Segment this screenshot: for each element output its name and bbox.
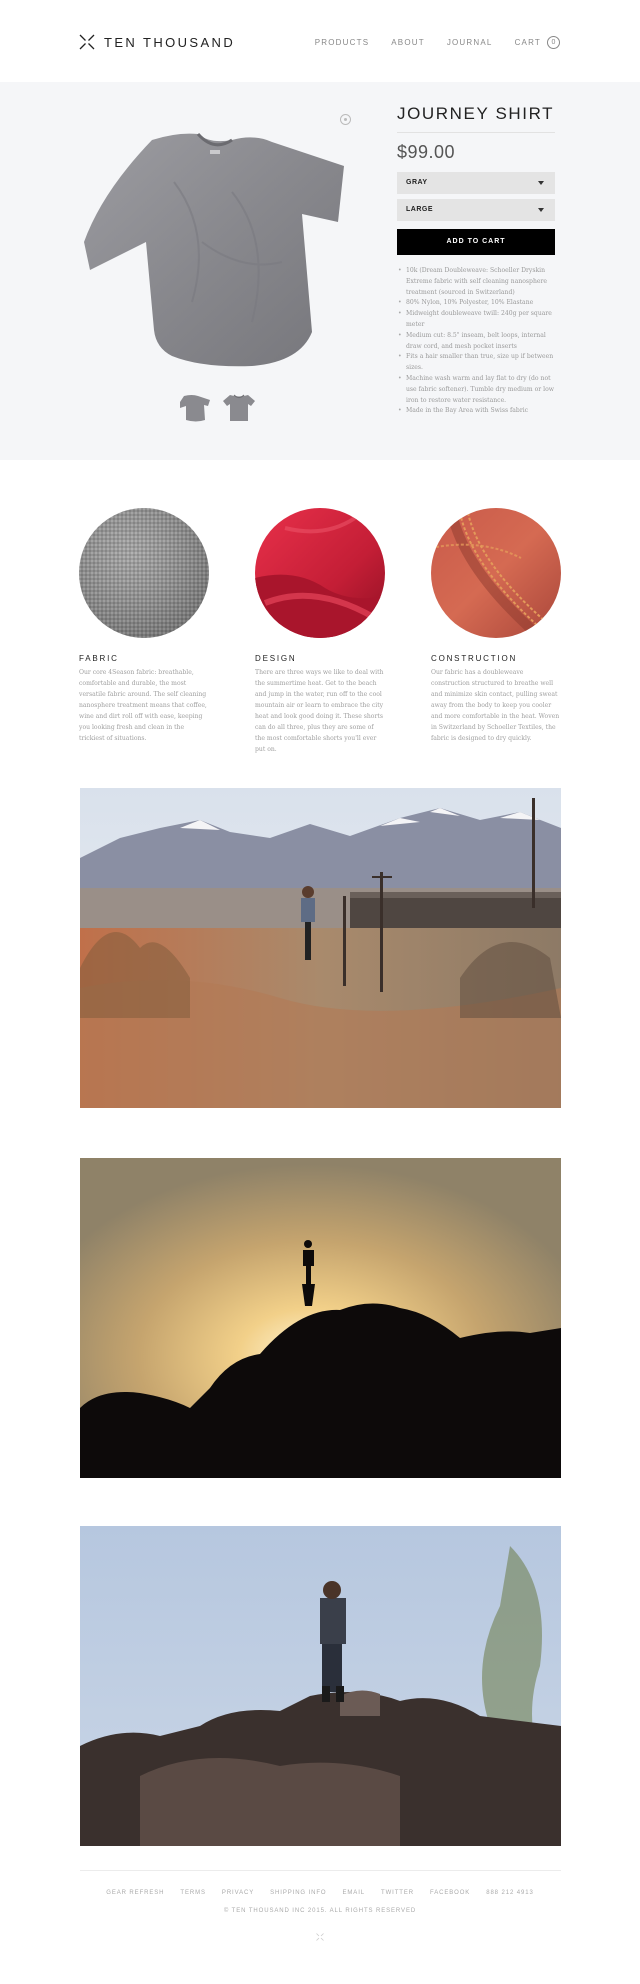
footer-link-phone[interactable]: 888 212 4913 bbox=[486, 1890, 534, 1896]
logo[interactable]: TEN THOUSAND bbox=[79, 34, 235, 50]
lifestyle-photo-desert bbox=[80, 788, 561, 1108]
brand-name: TEN THOUSAND bbox=[104, 34, 236, 50]
site-header: TEN THOUSAND PRODUCTS ABOUT JOURNAL CART… bbox=[0, 0, 640, 82]
copyright: © TEN THOUSAND INC 2015. ALL RIGHTS RESE… bbox=[223, 1908, 417, 1914]
page: TEN THOUSAND PRODUCTS ABOUT JOURNAL CART… bbox=[0, 0, 640, 1984]
footer-link-shipping-info[interactable]: SHIPPING INFO bbox=[270, 1890, 326, 1896]
feature-text: There are three ways we like to deal wit… bbox=[255, 669, 384, 753]
spec-item: Made in the Bay Area with Swiss fabric bbox=[398, 406, 555, 417]
thumbnail-front[interactable] bbox=[178, 392, 212, 424]
spec-item: Machine wash warm and lay flat to dry (d… bbox=[398, 374, 555, 406]
zoom-icon[interactable] bbox=[340, 114, 351, 125]
spec-list: 10k (Dream Doubleweave: Schoeller Dryski… bbox=[397, 266, 555, 417]
product-info: JOURNEY SHIRT $99.00 GRAY LARGE ADD TO C… bbox=[397, 104, 555, 417]
feature-text: Our fabric has a doubleweave constructio… bbox=[431, 669, 560, 742]
size-select[interactable]: LARGE bbox=[397, 199, 555, 221]
color-select-value: GRAY bbox=[406, 179, 428, 186]
product-section: JOURNEY SHIRT $99.00 GRAY LARGE ADD TO C… bbox=[0, 82, 640, 460]
footer-divider bbox=[80, 1870, 561, 1871]
product-price: $99.00 bbox=[397, 142, 456, 162]
lifestyle-photo-sunset bbox=[80, 1158, 561, 1478]
size-select-value: LARGE bbox=[406, 206, 433, 213]
footer-link-facebook[interactable]: FACEBOOK bbox=[430, 1890, 470, 1896]
spec-item: 10k (Dream Doubleweave: Schoeller Dryski… bbox=[398, 266, 555, 298]
chevron-down-icon bbox=[538, 208, 544, 212]
nav-products[interactable]: PRODUCTS bbox=[315, 38, 370, 47]
chevron-down-icon bbox=[538, 181, 544, 185]
lifestyle-photo-rocks bbox=[80, 1526, 561, 1846]
spec-item: Midweight doubleweave twill: 240g per sq… bbox=[398, 309, 555, 331]
footer-link-gear-refresh[interactable]: GEAR REFRESH bbox=[106, 1890, 164, 1896]
feature-design: DESIGN There are three ways we like to d… bbox=[255, 508, 385, 755]
footer-link-email[interactable]: EMAIL bbox=[343, 1890, 366, 1896]
design-swatch-image bbox=[255, 508, 385, 638]
feature-fabric: FABRIC Our core 4Season fabric: breathab… bbox=[79, 508, 209, 744]
footer-link-privacy[interactable]: PRIVACY bbox=[222, 1890, 254, 1896]
cart-count-badge[interactable]: 0 bbox=[547, 36, 560, 49]
nav-cart[interactable]: CART bbox=[515, 38, 541, 47]
footer-link-terms[interactable]: TERMS bbox=[180, 1890, 206, 1896]
product-title: JOURNEY SHIRT bbox=[397, 104, 555, 133]
spec-item: Fits a hair smaller than true, size up i… bbox=[398, 352, 555, 374]
color-select[interactable]: GRAY bbox=[397, 172, 555, 194]
feature-text: Our core 4Season fabric: breathable, com… bbox=[79, 669, 207, 742]
nav-about[interactable]: ABOUT bbox=[391, 38, 425, 47]
product-main-image[interactable] bbox=[82, 122, 350, 378]
fabric-swatch-image bbox=[79, 508, 209, 638]
site-footer: GEAR REFRESH TERMS PRIVACY SHIPPING INFO… bbox=[0, 1870, 640, 1984]
footer-link-twitter[interactable]: TWITTER bbox=[381, 1890, 414, 1896]
main-nav: PRODUCTS ABOUT JOURNAL CART 0 bbox=[293, 36, 560, 49]
feature-heading: CONSTRUCTION bbox=[431, 654, 518, 663]
construction-swatch-image bbox=[431, 508, 561, 638]
x-mark-icon bbox=[316, 1928, 324, 1941]
feature-heading: DESIGN bbox=[255, 654, 297, 663]
footer-links: GEAR REFRESH TERMS PRIVACY SHIPPING INFO… bbox=[0, 1890, 640, 1896]
feature-heading: FABRIC bbox=[79, 654, 119, 663]
feature-construction: CONSTRUCTION Our fabric has a doubleweav… bbox=[431, 508, 561, 744]
features-section: FABRIC Our core 4Season fabric: breathab… bbox=[0, 460, 640, 760]
nav-journal[interactable]: JOURNAL bbox=[447, 38, 493, 47]
thumbnail-back[interactable] bbox=[222, 392, 256, 424]
spec-item: 80% Nylon, 10% Polyester, 10% Elastane bbox=[398, 298, 555, 309]
spec-item: Medium cut: 8.5" inseam, belt loops, int… bbox=[398, 331, 555, 353]
add-to-cart-button[interactable]: ADD TO CART bbox=[397, 229, 555, 255]
x-mark-icon bbox=[79, 34, 95, 50]
